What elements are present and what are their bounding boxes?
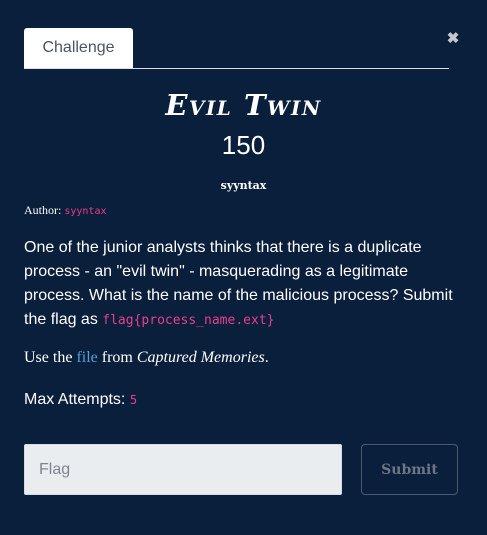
close-icon[interactable]: ✖: [446, 31, 460, 46]
source-name: Captured Memories: [136, 349, 265, 366]
author-label: Author:: [24, 203, 62, 217]
tab-challenge[interactable]: Challenge: [24, 28, 133, 68]
submit-button[interactable]: Submit: [361, 444, 458, 495]
from-text: from: [101, 349, 133, 366]
challenge-category: syyntax: [220, 179, 267, 192]
challenge-title: Evil Twin: [165, 88, 322, 122]
period-text: .: [264, 349, 269, 366]
tab-bar: Challenge: [24, 28, 449, 69]
author-line: Author: syyntax: [24, 203, 107, 218]
max-attempts-value: 5: [129, 393, 138, 407]
file-link[interactable]: file: [76, 349, 97, 366]
max-attempts-label: Max Attempts:: [24, 391, 126, 408]
challenge-points: 150: [221, 130, 266, 160]
flag-input[interactable]: [24, 444, 342, 495]
use-the-text: Use the: [24, 349, 73, 366]
challenge-description: One of the junior analysts thinks that t…: [24, 236, 454, 333]
author-name: syyntax: [64, 206, 107, 217]
file-line: Use the file from Captured Memories.: [24, 349, 269, 367]
flag-format: flag{process_name.ext}: [102, 313, 275, 328]
max-attempts-line: Max Attempts: 5: [24, 391, 137, 409]
